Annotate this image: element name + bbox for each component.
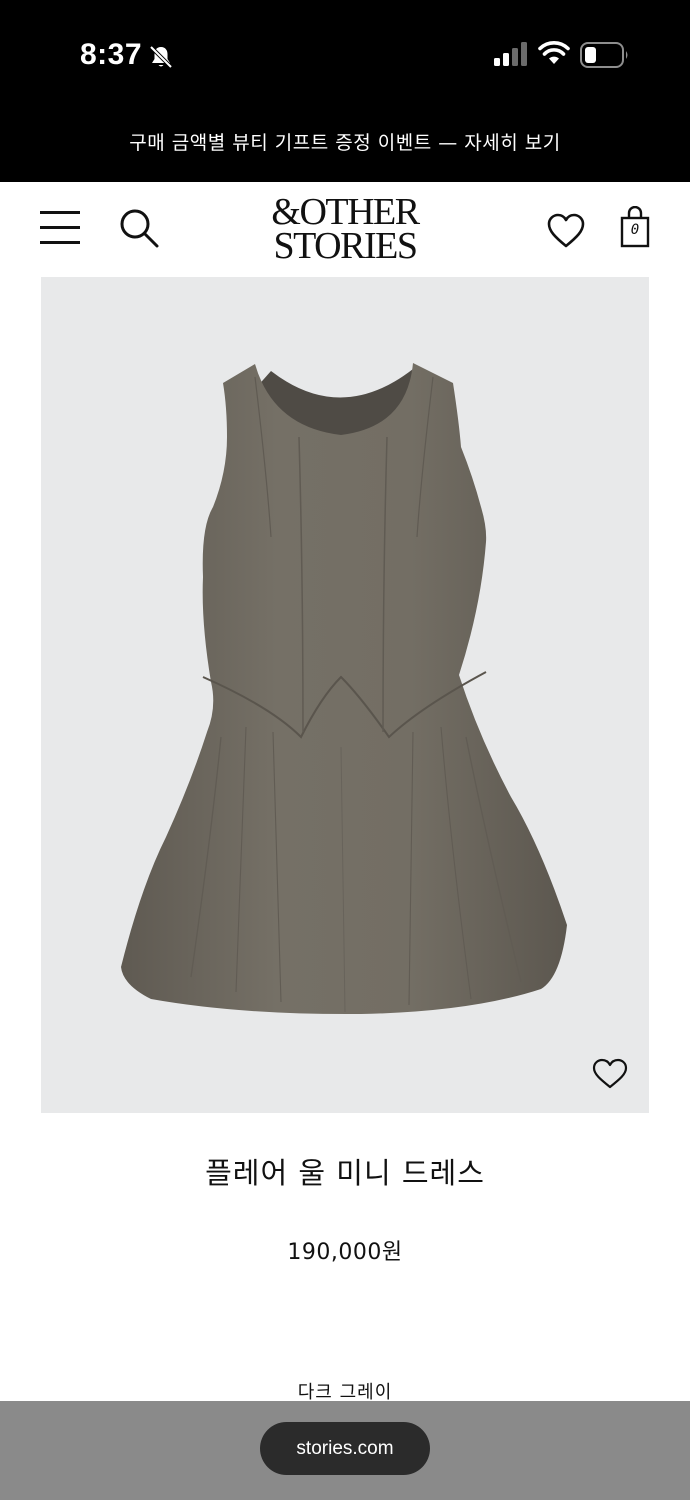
- logo-line-1: &OTHER: [271, 191, 420, 233]
- brand-logo[interactable]: &OTHER STORIES: [254, 191, 436, 267]
- url-bar[interactable]: stories.com: [260, 1422, 430, 1475]
- bag-count: 0: [630, 222, 640, 238]
- product-price: 190,000원: [287, 1240, 403, 1265]
- search-icon[interactable]: [118, 207, 162, 251]
- promo-banner[interactable]: 구매 금액별 뷰티 기프트 증정 이벤트 — 자세히 보기: [0, 128, 690, 155]
- wifi-icon: [538, 41, 570, 64]
- shopping-bag-button[interactable]: 0: [620, 205, 650, 248]
- menu-icon[interactable]: [40, 211, 80, 245]
- bell-off-icon: [149, 45, 173, 69]
- product-wishlist-icon[interactable]: [592, 1058, 628, 1090]
- cellular-signal-icon: [494, 42, 527, 66]
- product-image[interactable]: [41, 277, 649, 1113]
- heart-icon[interactable]: [547, 213, 585, 249]
- battery-icon: [580, 42, 628, 68]
- product-name: 플레어 울 미니 드레스: [205, 1156, 485, 1190]
- status-time: 8:37: [80, 38, 143, 71]
- logo-line-2: STORIES: [273, 225, 418, 267]
- dress-image: [121, 363, 567, 1015]
